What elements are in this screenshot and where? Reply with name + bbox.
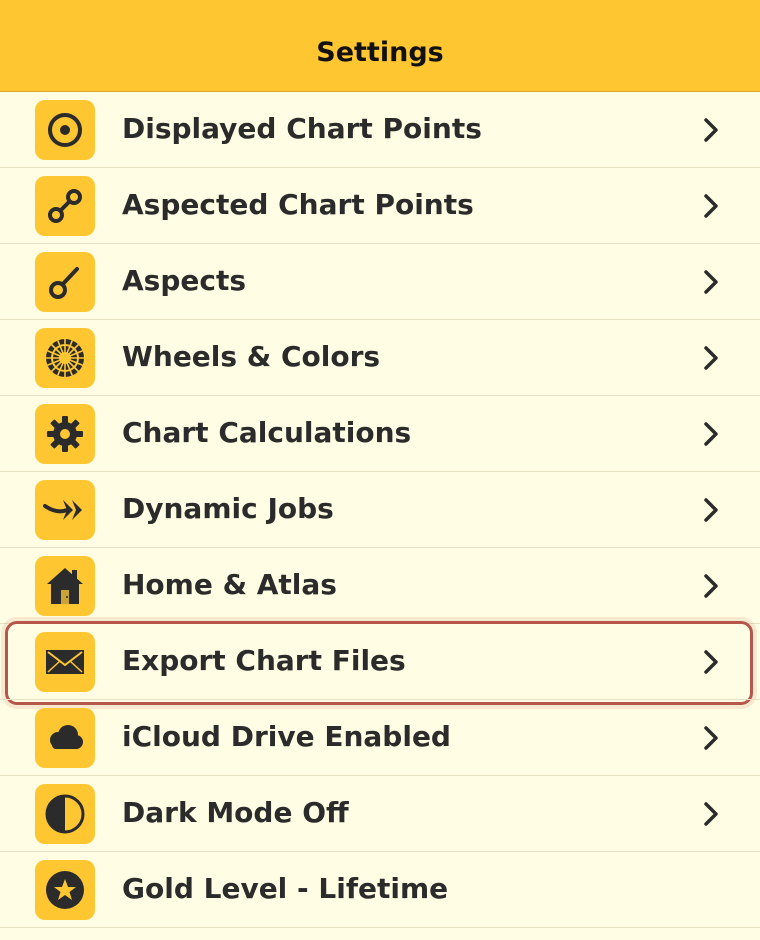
chevron-right-icon xyxy=(704,574,718,598)
settings-item-label: Dark Mode Off xyxy=(122,796,349,829)
settings-item-chart-calculations[interactable]: Chart Calculations xyxy=(0,396,760,472)
chevron-right-icon xyxy=(704,270,718,294)
settings-item-displayed-chart-points[interactable]: Displayed Chart Points xyxy=(0,92,760,168)
double-arrow-icon xyxy=(35,480,95,540)
settings-item-label: Home & Atlas xyxy=(122,568,337,601)
settings-list: Displayed Chart Points Aspected Chart Po… xyxy=(0,92,760,928)
chevron-right-icon xyxy=(704,422,718,446)
star-circle-icon xyxy=(35,860,95,920)
settings-item-label: Gold Level - Lifetime xyxy=(122,872,449,905)
chevron-right-icon xyxy=(704,118,718,142)
chevron-right-icon xyxy=(704,650,718,674)
aspect-line-icon xyxy=(35,252,95,312)
chevron-right-icon xyxy=(704,194,718,218)
settings-item-dynamic-jobs[interactable]: Dynamic Jobs xyxy=(0,472,760,548)
cloud-icon xyxy=(35,708,95,768)
house-icon xyxy=(35,556,95,616)
settings-item-label: iCloud Drive Enabled xyxy=(122,720,451,753)
settings-item-dark-mode[interactable]: Dark Mode Off xyxy=(0,776,760,852)
chevron-right-icon xyxy=(704,726,718,750)
gear-icon xyxy=(35,404,95,464)
settings-item-aspects[interactable]: Aspects xyxy=(0,244,760,320)
chevron-right-icon xyxy=(704,498,718,522)
settings-item-label: Aspects xyxy=(122,264,247,297)
settings-item-gold-level: Gold Level - Lifetime xyxy=(0,852,760,928)
wheel-icon xyxy=(35,328,95,388)
envelope-icon xyxy=(35,632,95,692)
settings-item-label: Export Chart Files xyxy=(122,644,406,677)
settings-item-label: Displayed Chart Points xyxy=(122,112,482,145)
settings-item-label: Dynamic Jobs xyxy=(122,492,334,525)
settings-item-label: Aspected Chart Points xyxy=(122,188,474,221)
settings-item-icloud-drive[interactable]: iCloud Drive Enabled xyxy=(0,700,760,776)
link-nodes-icon xyxy=(35,176,95,236)
settings-item-export-chart-files[interactable]: Export Chart Files xyxy=(0,621,760,705)
half-circle-icon xyxy=(35,784,95,844)
settings-item-wheels-colors[interactable]: Wheels & Colors xyxy=(0,320,760,396)
settings-item-home-atlas[interactable]: Home & Atlas xyxy=(0,548,760,624)
settings-item-aspected-chart-points[interactable]: Aspected Chart Points xyxy=(0,168,760,244)
settings-item-label: Wheels & Colors xyxy=(122,340,381,373)
chevron-right-icon xyxy=(704,346,718,370)
page-title: Settings xyxy=(316,37,444,68)
target-circle-icon xyxy=(35,100,95,160)
chevron-right-icon xyxy=(704,802,718,826)
settings-item-label: Chart Calculations xyxy=(122,416,412,449)
navigation-bar: Settings xyxy=(0,0,760,92)
